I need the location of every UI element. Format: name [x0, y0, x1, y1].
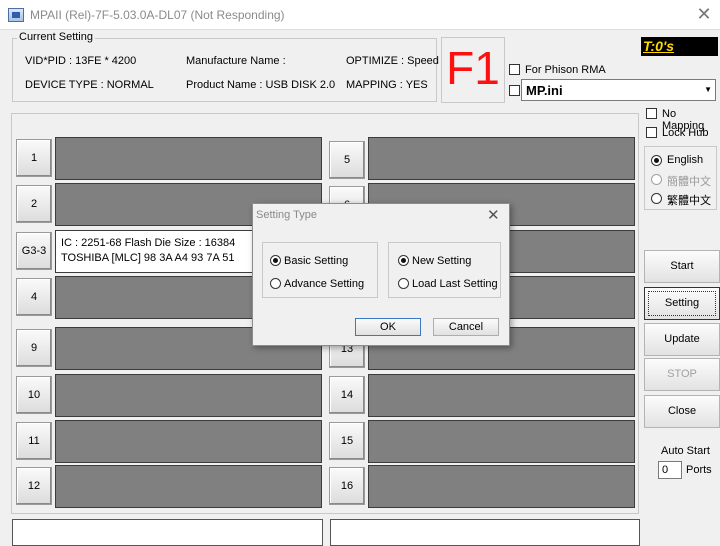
dialog-close-icon[interactable]: ✕: [487, 206, 500, 224]
setting-button[interactable]: Setting: [644, 287, 720, 320]
new-setting-radio[interactable]: [398, 255, 409, 266]
auto-start-label: Auto Start: [661, 445, 710, 457]
device-type-text: DEVICE TYPE : NORMAL: [25, 79, 154, 91]
port-panel-12: [55, 465, 322, 508]
timer-display: T:0's: [641, 37, 718, 56]
port-panel-14: [368, 374, 635, 417]
advance-setting-label: Advance Setting: [284, 278, 365, 290]
manufacture-name-text: Manufacture Name :: [186, 55, 286, 67]
traditional-chinese-radio[interactable]: [651, 193, 662, 204]
simplified-chinese-label: 簡體中文: [667, 176, 711, 188]
port-flash-info: TOSHIBA [MLC] 98 3A A4 93 7A 51: [61, 252, 235, 264]
load-last-setting-radio[interactable]: [398, 278, 409, 289]
window-close-button[interactable]: ✕: [688, 0, 720, 30]
optimize-text: OPTIMIZE : Speed: [346, 55, 439, 67]
f1-indicator: F1: [441, 37, 505, 103]
port-panel-15: [368, 420, 635, 463]
vid-pid-text: VID*PID : 13FE * 4200: [25, 55, 137, 67]
new-setting-label: New Setting: [412, 255, 472, 267]
chevron-down-icon[interactable]: ▼: [704, 85, 712, 94]
port-button-16[interactable]: 16: [329, 467, 365, 505]
status-box-left: [12, 519, 323, 546]
basic-setting-label: Basic Setting: [284, 255, 349, 267]
setting-type-dialog: Setting Type ✕ Basic Setting Advance Set…: [252, 203, 510, 346]
ini-file-dropdown[interactable]: MP.ini ▼: [521, 79, 716, 101]
stop-button[interactable]: STOP: [644, 358, 720, 391]
start-button[interactable]: Start: [644, 250, 720, 283]
port-button-1[interactable]: 1: [16, 139, 52, 177]
auto-start-ports-input[interactable]: 0: [658, 461, 682, 479]
no-mapping-checkbox[interactable]: [646, 108, 657, 119]
for-phison-rma-checkbox[interactable]: [509, 64, 520, 75]
port-button-5[interactable]: 5: [329, 141, 365, 179]
product-name-text: Product Name : USB DISK 2.0: [186, 79, 336, 91]
port-button-11[interactable]: 11: [16, 422, 52, 460]
ok-button[interactable]: OK: [355, 318, 421, 336]
cancel-button[interactable]: Cancel: [433, 318, 499, 336]
current-setting-legend: Current Setting: [17, 31, 95, 43]
port-button-4[interactable]: 4: [16, 278, 52, 316]
dialog-title: Setting Type: [256, 209, 317, 221]
port-panel-11: [55, 420, 322, 463]
port-button-g3-3[interactable]: G3-3: [16, 232, 52, 270]
mapping-text: MAPPING : YES: [346, 79, 428, 91]
port-panel-16: [368, 465, 635, 508]
basic-setting-radio[interactable]: [270, 255, 281, 266]
port-button-9[interactable]: 9: [16, 329, 52, 367]
advance-setting-radio[interactable]: [270, 278, 281, 289]
lock-hub-checkbox[interactable]: [646, 127, 657, 138]
english-label: English: [667, 154, 704, 166]
ini-enable-checkbox[interactable]: [509, 85, 520, 96]
port-button-10[interactable]: 10: [16, 376, 52, 414]
port-panel-1: [55, 137, 322, 180]
update-button[interactable]: Update: [644, 323, 720, 356]
load-last-setting-label: Load Last Setting: [412, 278, 498, 290]
title-bar: MPAII (Rel)-7F-5.03.0A-DL07 (Not Respond…: [0, 0, 720, 30]
current-setting-group: [12, 38, 437, 102]
for-phison-rma-label: For Phison RMA: [525, 64, 606, 76]
port-panel-5: [368, 137, 635, 180]
traditional-chinese-label: 繁體中文: [667, 195, 711, 207]
port-button-15[interactable]: 15: [329, 422, 365, 460]
port-ic-info: IC : 2251-68 Flash Die Size : 16384: [61, 237, 236, 249]
port-button-12[interactable]: 12: [16, 467, 52, 505]
app-icon: [8, 8, 24, 22]
simplified-chinese-radio[interactable]: [651, 174, 662, 185]
lock-hub-label: Lock Hub: [662, 127, 709, 139]
port-panel-10: [55, 374, 322, 417]
auto-start-ports-label: Ports: [686, 464, 712, 476]
status-box-right: [330, 519, 640, 546]
ini-file-value: MP.ini: [526, 83, 563, 98]
port-button-14[interactable]: 14: [329, 376, 365, 414]
port-button-2[interactable]: 2: [16, 185, 52, 223]
close-button[interactable]: Close: [644, 395, 720, 428]
window-title: MPAII (Rel)-7F-5.03.0A-DL07 (Not Respond…: [30, 8, 285, 22]
english-radio[interactable]: [651, 155, 662, 166]
